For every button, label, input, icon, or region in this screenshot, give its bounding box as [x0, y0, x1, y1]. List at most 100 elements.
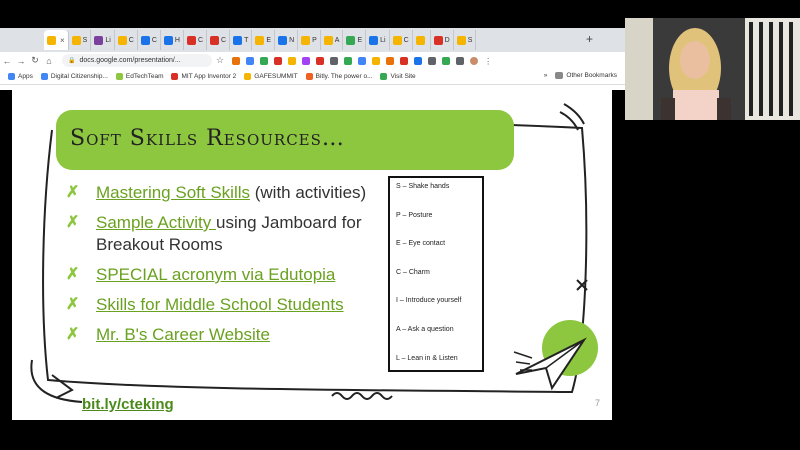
bookmarks-bar: Apps Digital Citizenship... EdTechTeam MIT … [0, 69, 625, 85]
extension-icon[interactable] [386, 56, 395, 65]
tab-label: S [467, 36, 473, 44]
extension-icon[interactable] [330, 56, 339, 65]
browser-tab[interactable]: P [298, 30, 321, 50]
bookmark-item[interactable]: Apps [8, 73, 33, 80]
tab-favicon-icon [255, 35, 265, 45]
check-icon: ✗ [66, 266, 80, 283]
browser-tab[interactable]: C [138, 30, 161, 50]
other-bookmarks[interactable]: Other Bookmarks [555, 72, 617, 79]
resource-link[interactable]: Sample Activity [96, 213, 216, 232]
browser-tab[interactable]: C [207, 30, 231, 50]
browser-tab[interactable]: Li [91, 30, 115, 50]
check-icon: ✗ [66, 214, 80, 231]
extension-icon[interactable] [400, 56, 409, 65]
bookmark-star-icon[interactable]: ☆ [216, 55, 224, 66]
address-bar: ← → ↻ ⌂ 🔒 docs.google.com/presentation/.… [0, 52, 625, 69]
special-acronym-box: S – Shake hands P – Posture E – Eye contac… [388, 176, 484, 372]
extension-icon[interactable] [372, 56, 381, 65]
bookmark-item[interactable]: EdTechTeam [115, 73, 164, 80]
tab-favicon-icon [346, 35, 356, 45]
tab-favicon-icon [47, 35, 56, 45]
browser-tab[interactable]: E [343, 30, 367, 50]
tabs: × S Li C C H C C T E N P A E Li C D S [44, 30, 477, 50]
menu-dots-icon[interactable]: ⋮ [484, 57, 492, 66]
tab-favicon-icon [71, 35, 81, 45]
bookmark-item[interactable]: GAFESUMMIT [244, 73, 298, 80]
tab-label: P [312, 36, 317, 44]
extension-icon[interactable] [442, 56, 451, 65]
browser-tab[interactable]: C [115, 30, 138, 50]
extension-icon[interactable] [428, 56, 437, 65]
new-tab-button[interactable]: + [586, 32, 593, 46]
close-tab-icon[interactable]: × [60, 36, 65, 45]
resource-link[interactable]: Mr. B's Career Website [96, 325, 270, 344]
extension-icon[interactable] [316, 56, 325, 65]
resource-item: ✗ Skills for Middle School Students [66, 294, 386, 316]
resource-text: Skills for Middle School Students [96, 294, 344, 316]
extension-icon[interactable] [274, 56, 283, 65]
resource-text: Mastering Soft Skills (with activities) [96, 182, 366, 204]
bookmark-favicon-icon [171, 73, 179, 80]
url-text: docs.google.com/presentation/... [79, 57, 181, 64]
acronym-line: E – Eye contact [396, 240, 446, 248]
browser-tab[interactable]: A [321, 30, 344, 50]
bookmark-label: Visit Site [390, 73, 416, 80]
resource-list: ✗ Mastering Soft Skills (with activities)… [66, 182, 386, 354]
browser-tab[interactable]: × [44, 30, 69, 50]
tab-favicon-icon [140, 35, 150, 45]
resource-link[interactable]: SPECIAL acronym via Edutopia [96, 265, 335, 284]
tab-label: C [197, 36, 204, 44]
screen: × S Li C C H C C T E N P A E Li C D S + ← → ↻ ⌂ 🔒 docs.go… [0, 0, 800, 450]
resource-text: Sample Activity using Jamboard for Break… [96, 212, 386, 256]
forward-arrow-icon[interactable]: → [14, 56, 28, 66]
browser-tab[interactable]: T [230, 30, 253, 50]
browser-tab[interactable]: S [454, 30, 477, 50]
extension-icon[interactable] [288, 56, 297, 65]
bookmark-label: EdTechTeam [125, 73, 164, 80]
bookmark-item[interactable]: MIT App Inventor 2 [171, 73, 236, 80]
resource-link[interactable]: Mastering Soft Skills [96, 183, 250, 202]
reload-icon[interactable]: ↻ [28, 55, 42, 66]
tab-favicon-icon [323, 35, 333, 45]
tab-favicon-icon [233, 35, 243, 45]
browser-tab[interactable]: C [390, 30, 413, 50]
browser-tab[interactable]: Li [366, 30, 390, 50]
browser-tab[interactable]: S [69, 30, 92, 50]
short-link[interactable]: bit.ly/cteking [82, 396, 174, 413]
browser-tab[interactable]: N [275, 30, 299, 50]
bookmark-item[interactable]: Bitly. The power o... [305, 73, 372, 80]
resource-link[interactable]: Skills for Middle School Students [96, 295, 344, 314]
resource-text: SPECIAL acronym via Edutopia [96, 264, 335, 286]
browser-tab[interactable] [413, 30, 431, 50]
browser-tab[interactable]: D [431, 30, 454, 50]
tab-favicon-icon [456, 35, 466, 45]
puzzle-icon[interactable] [456, 56, 465, 65]
home-icon[interactable]: ⌂ [42, 56, 56, 66]
extension-icon[interactable] [302, 56, 311, 65]
bookmark-favicon-icon [244, 73, 252, 80]
url-input[interactable]: 🔒 docs.google.com/presentation/... [62, 54, 212, 67]
other-bookmarks-label: Other Bookmarks [566, 72, 617, 79]
paper-plane-icon [513, 337, 587, 391]
tab-label: D [444, 36, 450, 44]
tab-label: S [82, 36, 88, 44]
tab-favicon-icon [278, 35, 288, 45]
extension-icon[interactable] [358, 56, 367, 65]
extension-icon[interactable] [414, 56, 423, 65]
browser-tab[interactable]: E [252, 30, 276, 50]
browser-tab[interactable]: H [161, 30, 184, 50]
extension-icon[interactable] [260, 56, 269, 65]
extension-icon[interactable] [246, 56, 255, 65]
bookmark-item[interactable]: Visit Site [380, 73, 416, 80]
extension-icon[interactable] [232, 56, 241, 65]
extension-icon[interactable] [344, 56, 353, 65]
back-arrow-icon[interactable]: ← [0, 56, 14, 66]
tab-favicon-icon [163, 35, 173, 45]
browser-tab[interactable]: C [184, 30, 208, 50]
bookmark-item[interactable]: Digital Citizenship... [40, 73, 108, 80]
tab-label: E [357, 36, 363, 44]
acronym-line: L – Lean in & Listen [396, 354, 458, 362]
bookmarks-more-button[interactable]: » [544, 72, 548, 79]
avatar[interactable] [470, 56, 479, 65]
tab-favicon-icon [392, 35, 402, 45]
